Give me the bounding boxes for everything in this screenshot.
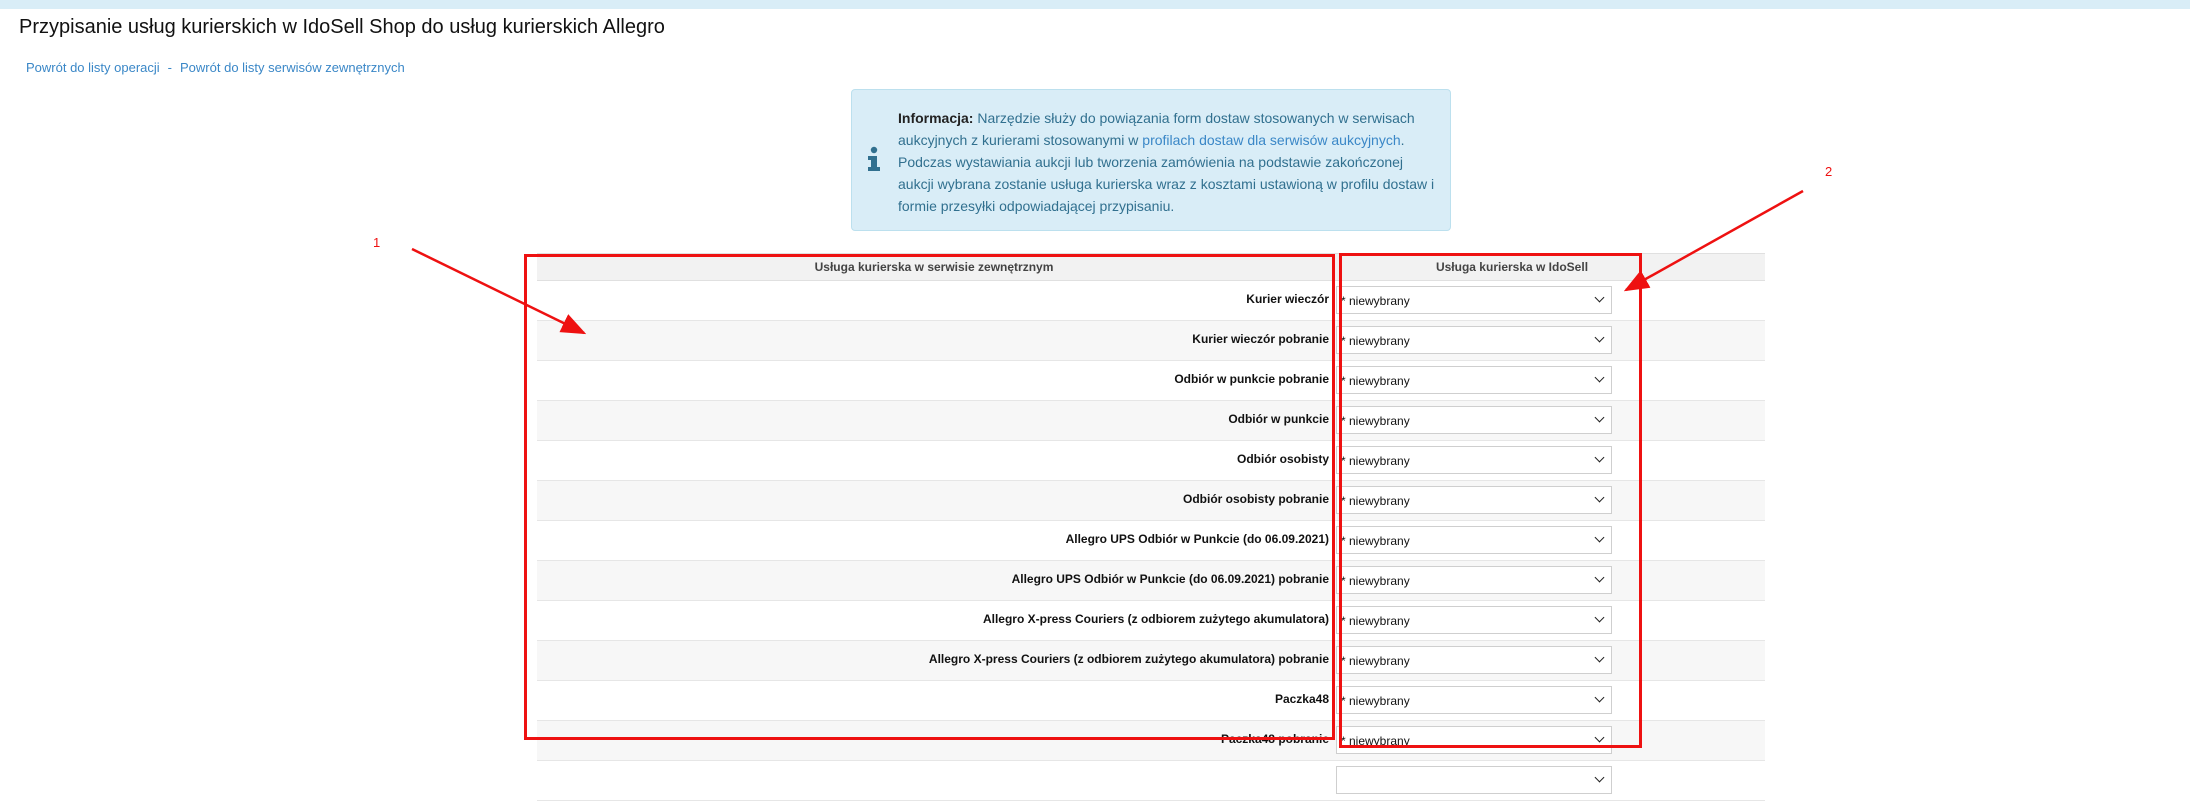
idosell-service-select[interactable] (1336, 766, 1612, 794)
annotation-arrows (411, 189, 1804, 335)
table-row (537, 761, 1765, 801)
annotation-arrow-2 (1623, 189, 1804, 292)
chevron-down-icon (1594, 772, 1605, 783)
annotation-arrow-1 (411, 247, 587, 335)
